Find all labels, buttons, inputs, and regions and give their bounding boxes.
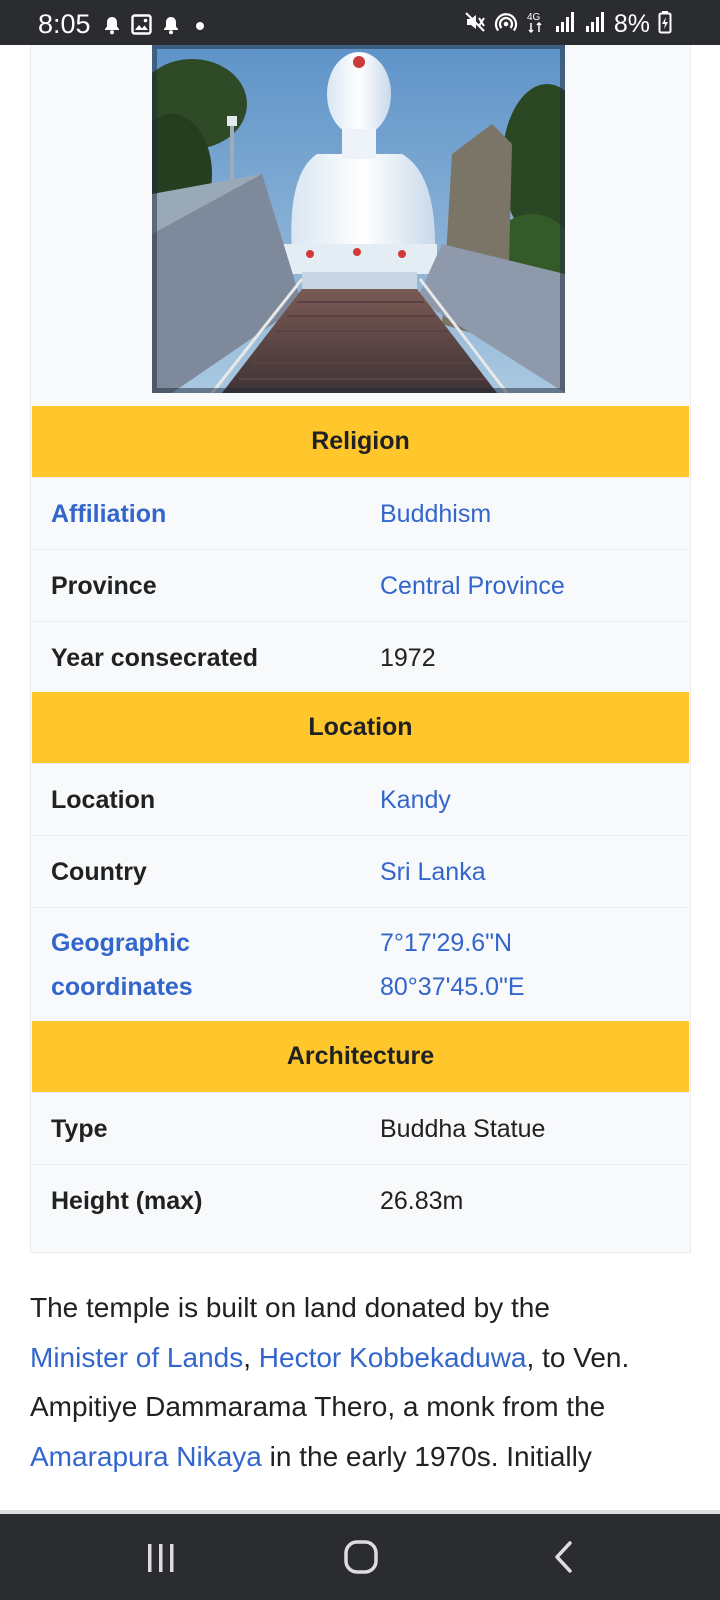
- infobox-row-type: Type Buddha Statue: [32, 1092, 689, 1164]
- infobox-row-province: Province Central Province: [32, 549, 689, 621]
- infobox-row-affiliation: Affiliation Buddhism: [32, 477, 689, 549]
- amarapura-nikaya-link[interactable]: Amarapura Nikaya: [30, 1441, 262, 1472]
- status-time: 8:05: [38, 9, 91, 39]
- type-value: Buddha Statue: [380, 1115, 546, 1143]
- province-value-link[interactable]: Central Province: [380, 564, 565, 608]
- infobox-row-year-consecrated: Year consecrated 1972: [32, 621, 689, 692]
- signal-icon: [554, 11, 576, 38]
- height-value: 26.83m: [380, 1187, 464, 1215]
- back-icon[interactable]: [550, 1536, 580, 1581]
- hotspot-icon: [494, 10, 518, 39]
- coordinates-label-link[interactable]: Geographic coordinates: [51, 921, 193, 1009]
- paragraph-text: The temple is built on land donated by t…: [30, 1292, 550, 1323]
- coordinates-label-line1: Geographic: [51, 929, 190, 957]
- country-value-link[interactable]: Sri Lanka: [380, 850, 486, 894]
- coordinates-latitude: 7°17'29.6"N: [380, 929, 513, 957]
- coordinates-longitude: 80°37'45.0"E: [380, 973, 525, 1001]
- paragraph-text: Ampitiye Dammarama Thero, a monk from th…: [30, 1391, 606, 1422]
- dot-icon: [190, 15, 210, 40]
- section-header-religion: Religion: [32, 406, 689, 477]
- infobox-row-country: Country Sri Lanka: [32, 835, 689, 907]
- status-bar: 8:05 4G 8%: [0, 0, 720, 45]
- year-consecrated-label: Year consecrated: [51, 644, 259, 672]
- notification-bell-icon: [161, 15, 181, 40]
- status-right-icons: 4G 8%: [464, 10, 672, 39]
- status-left-icons: [102, 14, 210, 40]
- infobox-image[interactable]: [152, 45, 565, 393]
- location-value-link[interactable]: Kandy: [380, 778, 451, 822]
- svg-text:4G: 4G: [527, 12, 541, 23]
- signal-icon: [584, 11, 606, 38]
- notification-bell-icon: [102, 15, 122, 40]
- paragraph-text: in the early 1970s. Initially: [261, 1440, 592, 1472]
- home-icon[interactable]: [342, 1536, 382, 1581]
- country-label: Country: [51, 858, 147, 886]
- navigation-bar: [0, 1510, 720, 1600]
- image-icon: [131, 14, 152, 40]
- battery-percent: 8%: [613, 10, 650, 38]
- article-paragraph: The temple is built on land donated by t…: [30, 1283, 690, 1481]
- battery-icon: [658, 10, 672, 39]
- coordinates-label-line2: coordinates: [51, 973, 193, 1001]
- article-content: Religion Affiliation Buddhism Province C…: [0, 45, 720, 1510]
- coordinates-value-link[interactable]: 7°17'29.6"N 80°37'45.0"E: [380, 921, 525, 1009]
- type-label: Type: [51, 1115, 108, 1143]
- paragraph-text: , to Ven.: [526, 1341, 630, 1373]
- mute-icon: [464, 11, 486, 38]
- infobox-row-location: Location Kandy: [32, 763, 689, 835]
- height-label: Height (max): [51, 1187, 203, 1215]
- year-consecrated-value: 1972: [380, 644, 436, 672]
- recent-apps-icon[interactable]: [143, 1536, 179, 1581]
- section-header-architecture: Architecture: [32, 1021, 689, 1092]
- minister-of-lands-link[interactable]: Minister of Lands: [30, 1342, 243, 1373]
- province-label: Province: [51, 572, 157, 600]
- location-label: Location: [51, 786, 156, 814]
- paragraph-separator: ,: [243, 1341, 251, 1373]
- network-4g-icon: 4G: [526, 10, 546, 39]
- infobox-row-height: Height (max) 26.83m: [32, 1164, 689, 1252]
- affiliation-label-link[interactable]: Affiliation: [51, 492, 166, 536]
- infobox-row-coordinates: Geographic coordinates 7°17'29.6"N 80°37…: [32, 907, 689, 1021]
- infobox: Religion Affiliation Buddhism Province C…: [30, 45, 691, 1253]
- section-header-location: Location: [32, 692, 689, 763]
- hector-kobbekaduwa-link[interactable]: Hector Kobbekaduwa: [259, 1342, 527, 1373]
- affiliation-value-link[interactable]: Buddhism: [380, 492, 491, 536]
